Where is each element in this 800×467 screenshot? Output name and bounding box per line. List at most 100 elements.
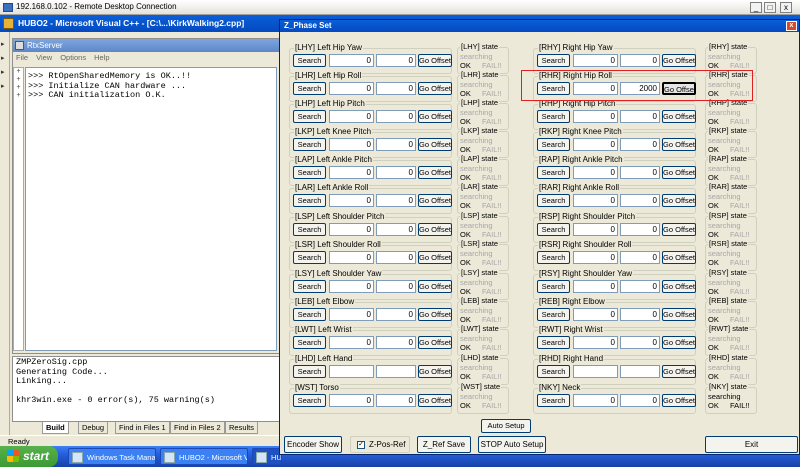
search-button[interactable]: Search — [293, 166, 326, 179]
joint-value-2[interactable]: 0 — [376, 336, 416, 349]
joint-value-2[interactable]: 0 — [620, 138, 660, 151]
go-offset-button[interactable]: Go Offset — [662, 138, 696, 151]
go-offset-button[interactable]: Go Offset — [662, 365, 696, 378]
joint-value-2[interactable]: 0 — [376, 194, 416, 207]
joint-value-2[interactable]: 0 — [620, 110, 660, 123]
start-button[interactable]: start — [0, 446, 58, 467]
joint-value-1[interactable]: 0 — [329, 308, 374, 321]
go-offset-button[interactable]: Go Offset — [662, 394, 696, 407]
joint-value-1[interactable]: 0 — [573, 280, 618, 293]
joint-value-1[interactable]: 0 — [329, 251, 374, 264]
joint-value-1[interactable]: 0 — [329, 138, 374, 151]
joint-value-1[interactable]: 0 — [329, 54, 374, 67]
tree-expander-icon[interactable]: + — [14, 92, 23, 100]
joint-value-1[interactable]: 0 — [573, 110, 618, 123]
search-button[interactable]: Search — [537, 251, 570, 264]
search-button[interactable]: Search — [293, 194, 326, 207]
search-button[interactable]: Search — [537, 194, 570, 207]
joint-value-2[interactable] — [620, 365, 660, 378]
joint-value-1[interactable]: 0 — [329, 223, 374, 236]
joint-value-2[interactable]: 0 — [620, 166, 660, 179]
joint-value-2[interactable]: 0 — [620, 54, 660, 67]
rdc-minimize-button[interactable]: _ — [750, 2, 762, 13]
go-offset-button[interactable]: Go Offset — [418, 280, 452, 293]
go-offset-button[interactable]: Go Offset — [418, 194, 452, 207]
search-button[interactable]: Search — [537, 280, 570, 293]
search-button[interactable]: Search — [293, 54, 326, 67]
go-offset-button[interactable]: Go Offset — [662, 194, 696, 207]
go-offset-button[interactable]: Go Offset — [662, 280, 696, 293]
toolbar-arrow-icon[interactable]: ▸ — [1, 41, 9, 48]
joint-value-2[interactable]: 0 — [376, 82, 416, 95]
search-button[interactable]: Search — [293, 223, 326, 236]
joint-value-1[interactable]: 0 — [573, 251, 618, 264]
joint-value-2[interactable]: 0 — [376, 166, 416, 179]
go-offset-button[interactable]: Go Offset — [418, 336, 452, 349]
go-offset-button[interactable]: Go Offset — [418, 251, 452, 264]
search-button[interactable]: Search — [537, 365, 570, 378]
joint-value-2[interactable]: 0 — [376, 138, 416, 151]
go-offset-button[interactable]: Go Offset — [418, 394, 452, 407]
zref-save-button[interactable]: Z_Ref Save — [417, 436, 471, 453]
joint-value-1[interactable]: 0 — [329, 394, 374, 407]
search-button[interactable]: Search — [293, 110, 326, 123]
joint-value-1[interactable]: 0 — [573, 138, 618, 151]
tab-find-in-files-1[interactable]: Find in Files 1 — [115, 422, 170, 434]
joint-value-2[interactable]: 0 — [620, 194, 660, 207]
go-offset-button[interactable]: Go Offset — [418, 166, 452, 179]
search-button[interactable]: Search — [293, 336, 326, 349]
joint-value-2[interactable]: 0 — [376, 54, 416, 67]
auto-setup-button[interactable]: Auto Setup — [481, 419, 531, 433]
joint-value-2[interactable]: 0 — [376, 110, 416, 123]
tab-find-in-files-2[interactable]: Find in Files 2 — [170, 422, 225, 434]
joint-value-2[interactable]: 0 — [620, 308, 660, 321]
joint-value-1[interactable]: 0 — [573, 394, 618, 407]
joint-value-1[interactable]: 0 — [329, 82, 374, 95]
rdc-close-button[interactable]: x — [780, 2, 792, 13]
search-button[interactable]: Search — [293, 138, 326, 151]
joint-value-1[interactable]: 0 — [573, 166, 618, 179]
go-offset-button[interactable]: Go Offset — [418, 110, 452, 123]
joint-value-1[interactable]: 0 — [329, 336, 374, 349]
go-offset-button[interactable]: Go Offset — [662, 336, 696, 349]
search-button[interactable]: Search — [537, 166, 570, 179]
joint-value-1[interactable]: 0 — [573, 336, 618, 349]
stop-auto-setup-button[interactable]: STOP Auto Setup — [478, 436, 546, 453]
go-offset-button[interactable]: Go Offset — [418, 223, 452, 236]
taskbar-item-hu[interactable]: HU — [252, 448, 282, 465]
taskbar-item-task-manager[interactable]: Windows Task Manager — [68, 448, 156, 465]
joint-value-2[interactable]: 0 — [620, 394, 660, 407]
joint-value-1[interactable]: 0 — [573, 223, 618, 236]
tree-expander-icon[interactable]: + — [14, 68, 23, 76]
exit-button[interactable]: Exit — [705, 436, 798, 453]
joint-value-2[interactable]: 0 — [376, 394, 416, 407]
search-button[interactable]: Search — [537, 110, 570, 123]
search-button[interactable]: Search — [293, 394, 326, 407]
joint-value-2[interactable]: 0 — [376, 223, 416, 236]
joint-value-1[interactable]: 0 — [329, 280, 374, 293]
search-button[interactable]: Search — [537, 138, 570, 151]
encoder-show-button[interactable]: Encoder Show — [284, 436, 342, 453]
go-offset-button[interactable]: Go Offset — [662, 166, 696, 179]
go-offset-button[interactable]: Go Offset — [418, 54, 452, 67]
tab-results[interactable]: Results — [225, 422, 259, 434]
joint-value-1[interactable]: 0 — [573, 308, 618, 321]
tab-debug[interactable]: Debug — [78, 422, 109, 434]
menu-file[interactable]: File — [16, 53, 28, 62]
joint-value-1[interactable]: 0 — [329, 110, 374, 123]
search-button[interactable]: Search — [293, 365, 326, 378]
joint-value-2[interactable]: 0 — [376, 280, 416, 293]
joint-value-2[interactable]: 0 — [620, 280, 660, 293]
joint-value-2[interactable]: 0 — [376, 251, 416, 264]
dialog-close-button[interactable]: x — [786, 21, 797, 31]
joint-value-2[interactable] — [376, 365, 416, 378]
go-offset-button[interactable]: Go Offset — [418, 138, 452, 151]
search-button[interactable]: Search — [537, 223, 570, 236]
joint-value-1[interactable]: 0 — [329, 194, 374, 207]
tree-expander-icon[interactable]: + — [14, 84, 23, 92]
search-button[interactable]: Search — [537, 308, 570, 321]
joint-value-1[interactable] — [573, 365, 618, 378]
joint-value-2[interactable]: 0 — [620, 251, 660, 264]
search-button[interactable]: Search — [537, 336, 570, 349]
go-offset-button[interactable]: Go Offset — [418, 308, 452, 321]
